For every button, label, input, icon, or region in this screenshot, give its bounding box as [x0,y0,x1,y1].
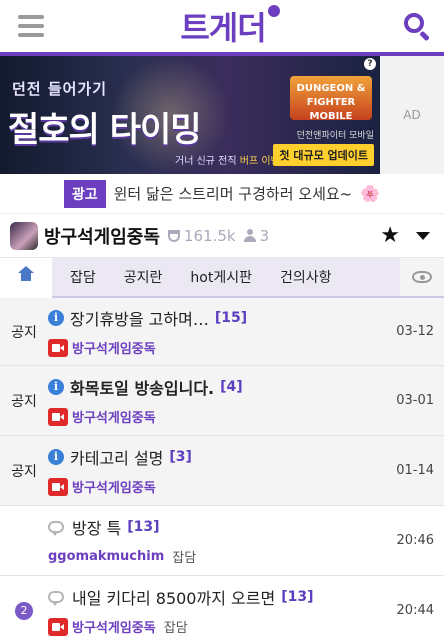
caret-down-icon[interactable] [416,231,430,240]
video-camera-icon [48,617,68,636]
info-icon: i [48,310,64,326]
ad-banner[interactable]: 던전 들어가기 절호의 타이밍 거너 신규 전직 버프 이벤트 DUNGEON … [0,56,380,174]
tab-chat[interactable]: 잡담 [56,267,110,287]
notice-label: 공지 [11,463,37,480]
board-tabs: 잡담 공지란 hot게시판 건의사항 [0,258,444,298]
table-row[interactable]: 공지 i 화목토일 방송입니다. [4] 방구석게임중독 03-01 [0,366,444,436]
post-time: 20:44 [396,603,434,618]
ad-game-logo: DUNGEON & FIGHTER MOBILE [290,76,372,122]
ad-update-badge: 첫 대규모 업데이트 [273,144,374,166]
eye-icon[interactable] [400,258,444,296]
post-author[interactable]: ggomakmuchim [48,549,164,564]
table-row[interactable]: 방장 특 [13] ggomakmuchim 잡담 20:46 [0,506,444,576]
post-category: 잡담 [163,621,188,636]
viewer-count: 3 [243,227,269,245]
top-header: 트게더 [0,0,444,52]
channel-bar: 방구석게임중독 161.5k 3 ★ [0,214,444,258]
trophy-icon [167,229,180,242]
hamburger-menu-icon[interactable] [18,15,44,37]
promo-bar[interactable]: 광고 윈터 닮은 스트리머 구경하러 오세요~ 🌸 [0,174,444,214]
avatar[interactable] [10,221,38,250]
person-icon [243,229,256,242]
chat-bubble-icon [48,521,64,536]
tab-hot[interactable]: hot게시판 [176,267,266,287]
info-icon: i [48,449,64,465]
post-time: 01-14 [396,463,434,478]
ad-headline-small: 던전 들어가기 [12,80,108,98]
ad-side-label: AD [380,56,444,174]
chat-bubble-icon [48,591,64,606]
post-title[interactable]: 내일 키다리 8500까지 오르면 [72,585,275,609]
video-camera-icon [48,477,68,496]
post-author[interactable]: 방구석게임중독 [72,477,156,496]
notice-label: 공지 [11,324,37,341]
ad-info-icon[interactable]: ? [364,58,376,70]
comment-count: [4] [220,379,243,395]
post-title[interactable]: 장기휴방을 고하며… [70,306,209,330]
post-time: 20:46 [396,533,434,548]
tab-home[interactable] [0,258,52,298]
rank-badge: 2 [15,601,33,620]
ad-headline-large: 절호의 타이밍 [8,110,202,150]
info-icon: i [48,379,64,395]
flower-icon: 🌸 [360,184,381,203]
ad-subline: 거너 신규 전직 버프 이벤트 [175,156,289,167]
post-author[interactable]: 방구석게임중독 [72,338,156,357]
row-lead: 2 [0,601,48,620]
post-author[interactable]: 방구석게임중독 [72,407,156,426]
post-time: 03-01 [396,393,434,408]
channel-name[interactable]: 방구석게임중독 [44,223,160,249]
promo-text: 윈터 닮은 스트리머 구경하러 오세요~ [113,185,353,203]
table-row[interactable]: 공지 i 장기휴방을 고하며… [15] 방구석게임중독 03-12 [0,298,444,366]
site-logo[interactable]: 트게더 [180,3,280,49]
ad-area: 던전 들어가기 절호의 타이밍 거너 신규 전직 버프 이벤트 DUNGEON … [0,56,444,174]
post-title[interactable]: 화목토일 방송입니다. [70,375,214,399]
notice-label: 공지 [11,393,37,410]
post-category: 잡담 [172,551,197,566]
tab-notice[interactable]: 공지란 [110,267,177,287]
home-icon [18,266,34,283]
comment-count: [15] [214,310,248,326]
follower-count: 161.5k [167,227,236,245]
table-row[interactable]: 2 내일 키다리 8500까지 오르면 [13] 방구석게임중독 잡담 20:44 [0,576,444,640]
promo-tag: 광고 [63,179,106,208]
comment-count: [13] [281,589,314,605]
tab-suggestions[interactable]: 건의사항 [266,267,346,287]
star-icon[interactable]: ★ [380,223,400,248]
comment-count: [13] [127,519,160,535]
post-list: 공지 i 장기휴방을 고하며… [15] 방구석게임중독 03-12 공지 i 화목토… [0,298,444,640]
post-title[interactable]: 방장 특 [72,515,121,539]
video-camera-icon [48,407,68,426]
post-title[interactable]: 카테고리 설명 [70,445,163,469]
search-icon[interactable] [402,11,432,42]
ad-game-name: 던전앤파이터 모바일 [296,131,374,141]
post-time: 03-12 [396,324,434,339]
comment-count: [3] [169,449,192,465]
video-camera-icon [48,338,68,357]
post-author[interactable]: 방구석게임중독 [72,617,156,636]
table-row[interactable]: 공지 i 카테고리 설명 [3] 방구석게임중독 01-14 [0,436,444,506]
